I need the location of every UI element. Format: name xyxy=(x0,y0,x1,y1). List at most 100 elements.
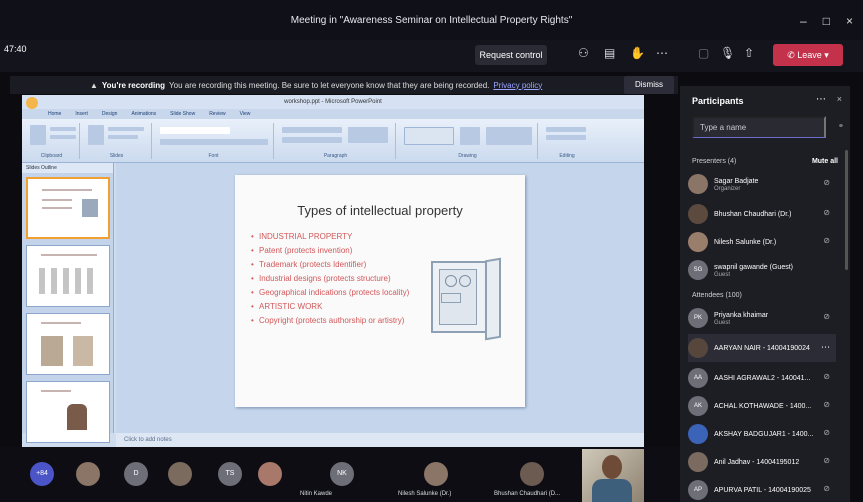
bullet-item: Geographical indications (protects local… xyxy=(251,287,411,298)
avatar xyxy=(688,452,708,472)
tile-label: Nitin Kawde xyxy=(300,491,333,497)
panel-more-icon[interactable]: ⋯ xyxy=(816,94,826,105)
mic-off-icon: ⊘ xyxy=(823,400,830,409)
bullet-item: Patent (protects invention) xyxy=(251,245,411,256)
slide-thumbnail[interactable] xyxy=(26,381,110,443)
ribbon-group-paragraph: Paragraph xyxy=(276,123,396,159)
video-tile-avatar[interactable] xyxy=(258,462,282,486)
tile-label: Bhushan Chaudhari (D... xyxy=(494,491,561,497)
more-options-icon[interactable]: ⋯ xyxy=(656,46,668,60)
participant-row[interactable]: AP APURVA PATIL - 14004190025 ⊘ xyxy=(688,476,836,502)
phone-icon: ✆ xyxy=(787,50,798,60)
elapsed-time: 47:40 xyxy=(4,44,27,54)
current-slide[interactable]: Types of intellectual property INDUSTRIA… xyxy=(235,175,525,407)
tab-review[interactable]: Review xyxy=(209,111,225,117)
chat-icon[interactable]: ▤ xyxy=(604,46,615,60)
video-tile-avatar[interactable] xyxy=(424,462,448,486)
share-invite-icon[interactable]: ⚭ xyxy=(838,122,844,130)
tab-insert[interactable]: Insert xyxy=(75,111,88,117)
attendees-header: Attendees (100) xyxy=(692,292,742,299)
notes-pane[interactable]: Click to add notes xyxy=(116,433,644,447)
panel-scrollbar[interactable] xyxy=(845,150,848,270)
mic-off-icon: ⊘ xyxy=(823,208,830,217)
tab-animations[interactable]: Animations xyxy=(131,111,156,117)
ribbon-tabs: Home Insert Design Animations Slide Show… xyxy=(22,109,644,119)
ribbon-group-editing: Editing xyxy=(540,123,594,159)
participant-row[interactable]: AARYAN NAIR - 14004190024 ⋯ xyxy=(688,334,836,362)
mic-off-icon: ⊘ xyxy=(823,372,830,381)
ribbon-group-clipboard: Clipboard xyxy=(24,123,80,159)
avatar: AP xyxy=(688,480,708,500)
maximize-icon[interactable]: □ xyxy=(823,14,830,28)
mic-off-icon: ⊘ xyxy=(823,484,830,493)
video-tile-avatar[interactable] xyxy=(520,462,544,486)
participant-row[interactable]: Sagar Badjate Organizer ⊘ xyxy=(688,170,836,198)
more-options-icon[interactable]: ⋯ xyxy=(821,342,830,353)
mic-off-icon: ⊘ xyxy=(823,312,830,321)
ribbon-group-font: Font xyxy=(154,123,274,159)
recording-banner: ▲ You're recording You are recording thi… xyxy=(10,76,678,94)
participant-row[interactable]: AKSHAY BADGUJAR1 - 1400... ⊘ xyxy=(688,420,836,448)
avatar: AA xyxy=(688,368,708,388)
mic-off-icon: ⊘ xyxy=(823,428,830,437)
tab-slide-show[interactable]: Slide Show xyxy=(170,111,195,117)
request-control-button[interactable]: Request control xyxy=(475,45,547,65)
avatar xyxy=(688,424,708,444)
tile-label: Nilesh Salunke (Dr.) xyxy=(398,491,452,497)
participants-icon[interactable]: ⚇ xyxy=(578,46,589,60)
safe-illustration xyxy=(431,257,501,341)
mic-off-icon[interactable]: 🎙 xyxy=(720,46,735,60)
video-tile-avatar[interactable] xyxy=(76,462,100,486)
tab-view[interactable]: View xyxy=(240,111,251,117)
slide-thumbnail[interactable] xyxy=(26,245,110,307)
ribbon-group-slides: Slides xyxy=(82,123,152,159)
presenters-header: Presenters (4) xyxy=(692,158,737,165)
leave-button[interactable]: ✆ Leave ▾ xyxy=(773,44,843,66)
bullet-item: Trademark (protects Identifier) xyxy=(251,259,411,270)
slide-bullet-list: INDUSTRIAL PROPERTY Patent (protects inv… xyxy=(251,231,411,329)
ribbon: Clipboard Slides Font Paragraph Drawing xyxy=(22,119,644,163)
video-tile-avatar[interactable] xyxy=(168,462,192,486)
minimize-icon[interactable]: – xyxy=(800,14,807,28)
slide-thumbnail[interactable] xyxy=(26,313,110,375)
avatar: AK xyxy=(688,396,708,416)
video-tile-avatar[interactable]: +84 xyxy=(30,462,54,486)
thumbs-tabs[interactable]: Slides Outline xyxy=(22,163,113,173)
participant-row[interactable]: PK Priyanka khaimar Guest ⊘ xyxy=(688,304,836,332)
tab-home[interactable]: Home xyxy=(48,111,61,117)
close-icon[interactable]: × xyxy=(846,14,853,28)
slide-editing-area: Types of intellectual property INDUSTRIA… xyxy=(116,163,644,433)
self-video-preview xyxy=(582,449,644,502)
tab-design[interactable]: Design xyxy=(102,111,118,117)
participant-row[interactable]: AA AASHI AGRAWAL2 - 140041... ⊘ xyxy=(688,364,836,392)
office-button-icon[interactable] xyxy=(26,97,38,109)
avatar xyxy=(688,174,708,194)
camera-off-icon[interactable]: ▢ xyxy=(698,46,709,60)
video-tile-avatar[interactable]: NK xyxy=(330,462,354,486)
share-screen-icon[interactable]: ⇧ xyxy=(744,46,754,60)
privacy-policy-link[interactable]: Privacy policy xyxy=(493,81,542,90)
participant-search-input[interactable] xyxy=(692,116,826,138)
participant-row[interactable]: Nilesh Salunke (Dr.) ⊘ xyxy=(688,228,836,256)
raise-hand-icon[interactable]: ✋ xyxy=(630,46,645,60)
mute-all-button[interactable]: Mute all xyxy=(812,158,838,165)
video-tile-avatar[interactable]: D xyxy=(124,462,148,486)
video-tile-avatar[interactable]: TS xyxy=(218,462,242,486)
panel-close-icon[interactable]: × xyxy=(837,94,842,104)
avatar xyxy=(688,204,708,224)
participant-row[interactable]: SG swapnil gawande (Guest) Guest xyxy=(688,256,836,284)
slide-heading: Types of intellectual property xyxy=(297,203,463,218)
mic-off-icon: ⊘ xyxy=(823,456,830,465)
participant-row[interactable]: AK ACHAL KOTHAWADE - 1400... ⊘ xyxy=(688,392,836,420)
recording-strong: You're recording xyxy=(101,80,166,90)
dismiss-button[interactable]: Dismiss xyxy=(624,76,674,94)
slide-thumbnail[interactable] xyxy=(26,177,110,239)
participant-row[interactable]: Bhushan Chaudhari (Dr.) ⊘ xyxy=(688,200,836,228)
window-titlebar: Meeting in "Awareness Seminar on Intelle… xyxy=(0,0,863,40)
mic-off-icon: ⊘ xyxy=(823,236,830,245)
recording-text: You are recording this meeting. Be sure … xyxy=(169,80,490,90)
avatar: SG xyxy=(688,260,708,280)
warning-icon: ▲ xyxy=(90,80,98,90)
participant-row[interactable]: Anil Jadhav - 14004195012 ⊘ xyxy=(688,448,836,476)
participants-panel: Participants ⋯ × ⚭ Presenters (4) Mute a… xyxy=(680,86,850,502)
